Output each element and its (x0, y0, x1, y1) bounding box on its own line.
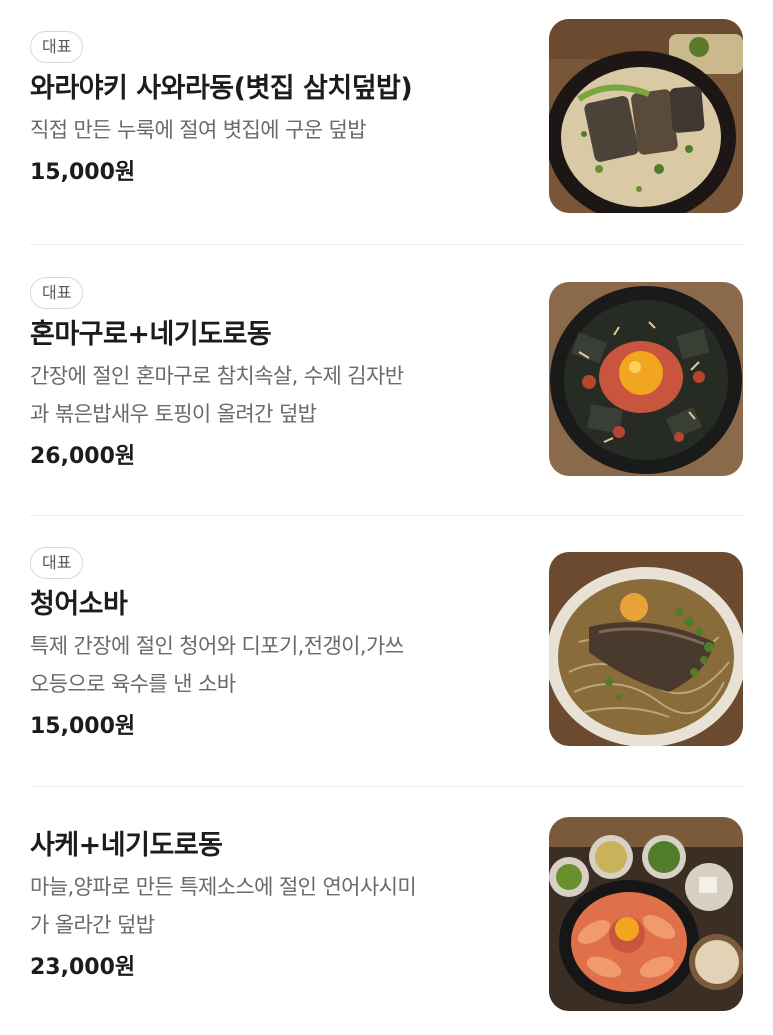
signature-badge: 대표 (30, 277, 84, 309)
signature-badge: 대표 (30, 31, 84, 63)
menu-item-info: 대표 혼마구로+네기도로동 간장에 절인 혼마구로 참치속살, 수제 김자반 과… (30, 277, 530, 474)
menu-item-description: 가 올라간 덮밥 (30, 913, 155, 937)
menu-item-price: 15,000원 (30, 160, 136, 185)
menu-item-name: 사케+네기도로동 (30, 830, 223, 861)
salmon-rice-set-photo (549, 817, 743, 1011)
mackerel-rice-bowl-photo (549, 19, 743, 213)
menu-item-price: 23,000원 (30, 955, 136, 980)
herring-soba-photo (549, 552, 743, 746)
menu-item-photo[interactable] (549, 817, 743, 1011)
menu-item-photo[interactable] (549, 19, 743, 213)
menu-item-description: 간장에 절인 혼마구로 참치속살, 수제 김자반 (30, 364, 404, 388)
item-divider (30, 786, 744, 787)
menu-item-info: 대표 청어소바 특제 간장에 절인 청어와 디포기,전갱이,가쓰 오등으로 육수… (30, 547, 530, 744)
menu-item-price: 15,000원 (30, 714, 136, 739)
menu-item-info: 대표 와라야키 사와라동(볏집 삼치덮밥) 직접 만든 누룩에 절여 볏집에 구… (30, 31, 530, 190)
menu-item[interactable]: 대표 혼마구로+네기도로동 간장에 절인 혼마구로 참치속살, 수제 김자반 과… (30, 277, 744, 476)
menu-item-photo[interactable] (549, 282, 743, 476)
menu-item-name: 와라야키 사와라동(볏집 삼치덮밥) (30, 73, 413, 104)
menu-item[interactable]: 대표 와라야키 사와라동(볏집 삼치덮밥) 직접 만든 누룩에 절여 볏집에 구… (30, 19, 744, 225)
menu-item[interactable]: 사케+네기도로동 마늘,양파로 만든 특제소스에 절인 연어사시미 가 올라간 … (30, 817, 744, 1021)
menu-item[interactable]: 대표 청어소바 특제 간장에 절인 청어와 디포기,전갱이,가쓰 오등으로 육수… (30, 547, 744, 746)
item-divider (30, 515, 744, 516)
menu-item-description: 특제 간장에 절인 청어와 디포기,전갱이,가쓰 (30, 634, 404, 658)
menu-item-info: 사케+네기도로동 마늘,양파로 만든 특제소스에 절인 연어사시미 가 올라간 … (30, 827, 530, 985)
menu-item-description: 과 볶은밥새우 토핑이 올려간 덮밥 (30, 402, 317, 426)
item-divider (30, 244, 744, 245)
signature-badge: 대표 (30, 547, 84, 579)
menu-item-price: 26,000원 (30, 444, 136, 469)
menu-item-description: 직접 만든 누룩에 절여 볏집에 구운 덮밥 (30, 118, 367, 142)
menu-item-photo[interactable] (549, 552, 743, 746)
tuna-rice-bowl-photo (549, 282, 743, 476)
menu-item-name: 혼마구로+네기도로동 (30, 319, 272, 350)
menu-item-name: 청어소바 (30, 589, 128, 620)
menu-item-description: 마늘,양파로 만든 특제소스에 절인 연어사시미 (30, 875, 417, 899)
menu-item-description: 오등으로 육수를 낸 소바 (30, 672, 236, 696)
